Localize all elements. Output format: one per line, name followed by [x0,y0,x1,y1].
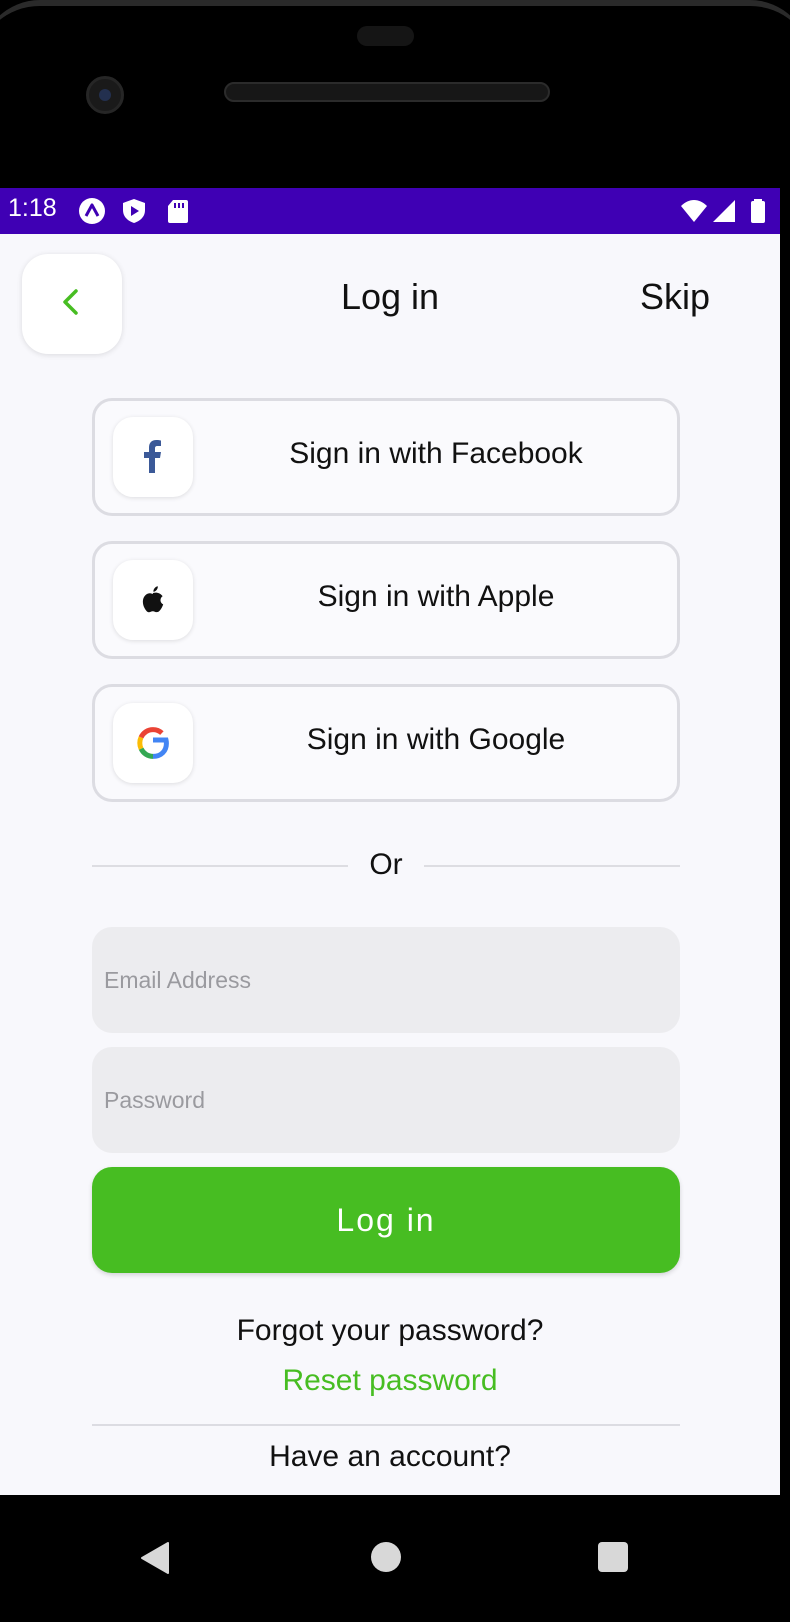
forgot-password-text: Forgot your password? [236,1314,544,1347]
earpiece-speaker [224,82,550,102]
separator-line-right [424,865,680,867]
nav-recents-icon[interactable] [598,1542,628,1572]
login-button[interactable]: Log in [92,1167,680,1273]
google-signin-label: Sign in with Google [306,723,566,756]
reset-password-link[interactable]: Reset password [0,1364,780,1398]
password-field[interactable] [92,1047,680,1153]
apple-signin-button[interactable]: Sign in with Apple [92,541,680,659]
phone-bezel [0,0,790,188]
email-field[interactable] [92,927,680,1033]
sensor-slot [357,26,414,46]
shield-play-icon [120,197,148,225]
or-separator: Or [92,840,680,890]
signal-icon [710,197,738,225]
footer-divider [92,1424,680,1426]
google-icon [113,703,193,783]
apple-icon [113,560,193,640]
front-camera [86,76,124,114]
google-signin-button[interactable]: Sign in with Google [92,684,680,802]
nav-back-icon[interactable] [140,1541,170,1579]
app-a-icon [78,197,106,225]
sd-card-icon [164,197,192,225]
have-account-text: Have an account? [269,1440,511,1473]
facebook-signin-button[interactable]: Sign in with Facebook [92,398,680,516]
login-screen: Log in Skip Sign in with Facebook Sign i… [0,234,780,1495]
wifi-icon [680,197,708,225]
apple-signin-label: Sign in with Apple [317,580,555,613]
nav-home-icon[interactable] [371,1542,401,1572]
battery-icon [744,197,772,225]
skip-button[interactable]: Skip [640,276,710,318]
navigation-bar [0,1495,790,1622]
status-bar: 1:18 [0,188,780,234]
status-time: 1:18 [8,194,57,222]
facebook-icon [113,417,193,497]
facebook-signin-label: Sign in with Facebook [289,437,583,470]
